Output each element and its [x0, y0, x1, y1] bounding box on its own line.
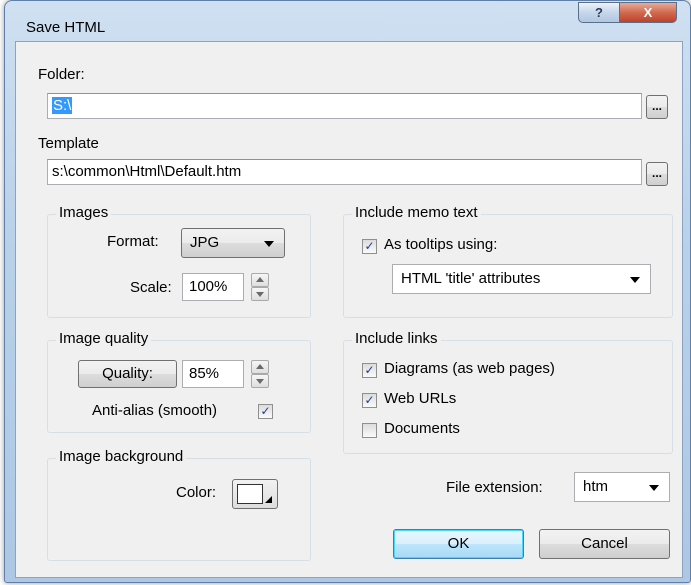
- links-group: Include links ✓ Diagrams (as web pages) …: [343, 330, 673, 454]
- tooltips-label: As tooltips using:: [384, 236, 498, 253]
- folder-input[interactable]: S:\: [47, 93, 642, 119]
- weburls-checkbox[interactable]: ✓: [362, 393, 377, 408]
- format-dropdown[interactable]: JPG: [181, 228, 285, 258]
- ok-button[interactable]: OK: [393, 529, 524, 559]
- close-icon: X: [643, 5, 653, 20]
- quality-group: Image quality Quality: 85% Anti-alias (s…: [47, 330, 311, 433]
- background-group: Image background Color:: [47, 448, 311, 561]
- chevron-down-icon: [649, 485, 659, 491]
- background-group-title: Image background: [56, 448, 187, 465]
- weburls-label: Web URLs: [384, 390, 457, 407]
- file-extension-dropdown[interactable]: htm: [574, 472, 670, 502]
- documents-label: Documents: [384, 420, 460, 437]
- documents-checkbox[interactable]: [362, 423, 377, 438]
- tooltips-mode-dropdown[interactable]: HTML 'title' attributes: [392, 264, 651, 294]
- check-icon: ✓: [364, 393, 375, 407]
- spin-up-icon[interactable]: [251, 360, 269, 374]
- quality-button[interactable]: Quality:: [78, 360, 177, 388]
- quality-spinner[interactable]: [251, 360, 269, 388]
- help-button[interactable]: ?: [578, 2, 620, 23]
- dialog-window: Save HTML ? X Folder: S:\ ... Template s…: [4, 0, 691, 583]
- title-bar[interactable]: Save HTML ? X: [5, 1, 690, 41]
- dialog-body: Folder: S:\ ... Template s:\common\Html\…: [15, 41, 683, 578]
- tooltips-mode-value: HTML 'title' attributes: [401, 270, 541, 287]
- antialias-label: Anti-alias (smooth): [92, 402, 218, 419]
- scale-input[interactable]: 100%: [182, 273, 244, 301]
- window-title: Save HTML: [26, 19, 106, 36]
- dropdown-corner-icon: [265, 496, 272, 503]
- format-label: Format:: [107, 233, 159, 250]
- chevron-down-icon: [264, 241, 274, 247]
- folder-browse-button[interactable]: ...: [646, 95, 668, 119]
- file-extension-label: File extension:: [446, 479, 543, 496]
- tooltips-checkbox[interactable]: ✓: [362, 239, 377, 254]
- links-group-title: Include links: [352, 330, 441, 347]
- folder-label: Folder:: [38, 66, 85, 83]
- file-extension-value: htm: [583, 478, 609, 495]
- check-icon: ✓: [364, 239, 375, 253]
- spin-down-icon[interactable]: [251, 374, 269, 388]
- check-icon: ✓: [260, 404, 271, 418]
- color-picker-button[interactable]: [232, 479, 278, 509]
- diagrams-checkbox[interactable]: ✓: [362, 363, 377, 378]
- folder-input-value: S:\: [52, 97, 73, 114]
- format-dropdown-value: JPG: [190, 234, 220, 251]
- quality-group-title: Image quality: [56, 330, 152, 347]
- template-input[interactable]: s:\common\Html\Default.htm: [47, 159, 642, 185]
- color-swatch: [237, 484, 263, 504]
- template-label: Template: [38, 135, 99, 152]
- scale-spinner[interactable]: [251, 273, 269, 301]
- antialias-checkbox[interactable]: ✓: [258, 404, 273, 419]
- color-label: Color:: [176, 484, 217, 501]
- check-icon: ✓: [364, 363, 375, 377]
- close-button[interactable]: X: [619, 2, 677, 23]
- cancel-button[interactable]: Cancel: [539, 529, 670, 559]
- quality-input[interactable]: 85%: [182, 360, 244, 388]
- chevron-down-icon: [630, 277, 640, 283]
- images-group-title: Images: [56, 204, 112, 221]
- template-browse-button[interactable]: ...: [646, 162, 668, 186]
- memo-group-title: Include memo text: [352, 204, 481, 221]
- spin-down-icon[interactable]: [251, 287, 269, 301]
- images-group: Images Format: JPG Scale: 100%: [47, 204, 311, 318]
- help-icon: ?: [595, 5, 603, 20]
- scale-label: Scale:: [130, 279, 172, 296]
- spin-up-icon[interactable]: [251, 273, 269, 287]
- diagrams-label: Diagrams (as web pages): [384, 360, 555, 377]
- memo-group: Include memo text ✓ As tooltips using: H…: [343, 204, 673, 318]
